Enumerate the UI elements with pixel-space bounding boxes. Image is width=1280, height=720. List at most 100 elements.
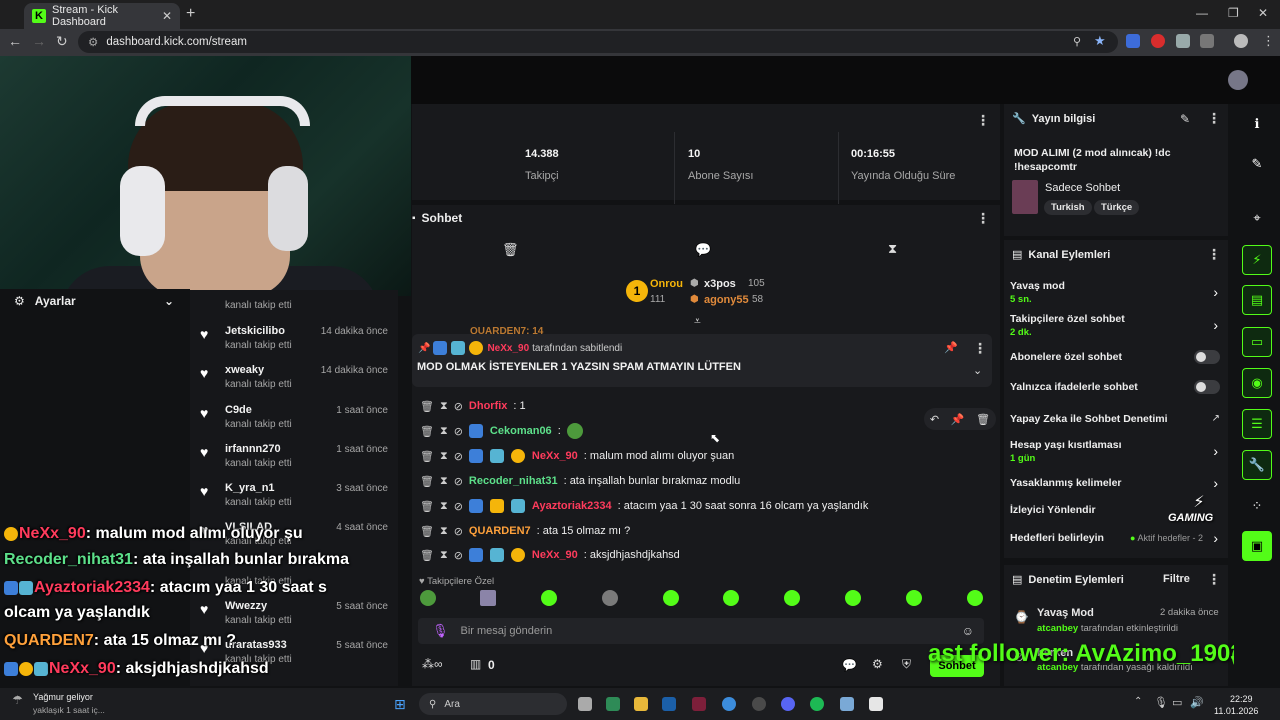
follower-item[interactable]: ♥ K_yra_n1 kanalı takip etti 3 saat önce: [190, 479, 398, 518]
settings-section[interactable]: ⚙ Ayarlar ⌄: [0, 289, 190, 313]
network-icon[interactable]: ▭: [1172, 696, 1182, 709]
edit-pencil-icon[interactable]: ✎: [1180, 112, 1190, 126]
chat-message[interactable]: 🗑 ⧗ ⊘ Cekoman06:: [420, 421, 583, 441]
message-user[interactable]: Cekoman06: [490, 425, 552, 437]
minimize-button[interactable]: —: [1196, 6, 1208, 20]
taskbar-search[interactable]: ⚲ Ara: [419, 693, 567, 715]
ban-icon[interactable]: ⊘: [454, 450, 463, 463]
app-icon[interactable]: [692, 697, 706, 711]
chat-message[interactable]: 🗑 ⧗ ⊘ Recoder_nihat31: ata inşallah bunlar…: [420, 471, 740, 491]
mod-actions-menu-icon[interactable]: ⋮: [1207, 571, 1221, 588]
back-arrow-icon[interactable]: ←: [8, 33, 22, 49]
document-icon[interactable]: ▤: [1242, 285, 1272, 315]
scroll-down-icon[interactable]: ⩡: [694, 314, 701, 329]
delete-icon[interactable]: 🗑: [420, 425, 434, 438]
emote-icon[interactable]: [906, 590, 922, 606]
emote-icon[interactable]: [420, 590, 436, 606]
account-age-row[interactable]: Hesap yaşı kısıtlaması 1 gün ›: [1010, 439, 1224, 464]
tag-chip[interactable]: Turkish: [1044, 200, 1092, 215]
chat-message[interactable]: 🗑 ⧗ ⊘ Ayaztoriak2334: atacım yaa 1 30 saat…: [420, 496, 868, 516]
slow-mode-row[interactable]: Yavaş mod 5 sn. ›: [1010, 280, 1224, 305]
timeout-icon[interactable]: ⧗: [440, 475, 448, 488]
timeout-icon[interactable]: ⧗: [440, 425, 448, 438]
hourglass-icon[interactable]: ⧗: [888, 241, 897, 257]
app-icon[interactable]: ▣: [1242, 531, 1272, 561]
delete-icon[interactable]: 🗑: [420, 475, 434, 488]
follower-item[interactable]: kanalı takip etti: [190, 282, 398, 321]
emote-icon[interactable]: [967, 590, 983, 606]
extension-icon[interactable]: [1151, 34, 1165, 48]
filter-button[interactable]: Filtre: [1163, 573, 1190, 585]
browser-tab[interactable]: K Stream - Kick Dashboard ✕: [24, 3, 180, 29]
profile-avatar-icon[interactable]: [1234, 34, 1248, 48]
close-window-button[interactable]: ✕: [1258, 6, 1268, 20]
lightning-icon[interactable]: ⚡: [1242, 245, 1272, 275]
delete-icon[interactable]: 🗑: [420, 500, 434, 513]
trash-icon[interactable]: 🗑: [976, 413, 990, 426]
chat-message[interactable]: 🗑 ⧗ ⊘ Dhorfix: 1: [420, 396, 526, 416]
ban-icon[interactable]: ⊘: [454, 549, 463, 562]
emote-icon[interactable]: [845, 590, 861, 606]
spotify-icon[interactable]: [810, 697, 824, 711]
follower-item[interactable]: ♥ Wwezzy kanalı takip etti 5 saat önce: [190, 597, 398, 636]
timeout-icon[interactable]: ⧗: [440, 525, 448, 538]
chat-message[interactable]: 🗑 ⧗ ⊘ NeXx_90: malum mod alımı oluyor şuan: [420, 446, 734, 466]
file-explorer-icon[interactable]: [634, 697, 648, 711]
category-name[interactable]: Sadece Sohbet: [1045, 182, 1120, 194]
extension-icon[interactable]: [1176, 34, 1190, 48]
app-icon[interactable]: [752, 697, 766, 711]
gear-icon[interactable]: ⚙: [872, 657, 883, 671]
mod-action-moderator[interactable]: atcanbey: [1037, 623, 1078, 634]
discord-icon[interactable]: [781, 697, 795, 711]
infinity-icon[interactable]: ⁂∞: [422, 657, 443, 671]
channel-actions-menu-icon[interactable]: ⋮: [1207, 246, 1221, 263]
delete-icon[interactable]: 🗑: [420, 525, 434, 538]
app-icon[interactable]: [840, 697, 854, 711]
ban-icon[interactable]: ⊘: [454, 425, 463, 438]
chevron-down-icon[interactable]: ⌄: [973, 364, 982, 377]
chat-menu-icon[interactable]: ⋮: [976, 210, 990, 227]
message-user[interactable]: Ayaztoriak2334: [532, 500, 612, 512]
timeout-icon[interactable]: ⧗: [440, 500, 448, 513]
chat-bubble-icon[interactable]: 💬: [695, 242, 711, 258]
timeout-icon[interactable]: ⧗: [440, 400, 448, 413]
emote-icon[interactable]: [480, 590, 496, 606]
follower-item[interactable]: ♥ irfannn270 kanalı takip etti 1 saat ön…: [190, 440, 398, 479]
volume-icon[interactable]: 🔊: [1190, 696, 1204, 709]
ban-icon[interactable]: ⊘: [454, 400, 463, 413]
weather-icon[interactable]: ☂: [12, 693, 23, 707]
chat-bubble-icon[interactable]: ▭: [1242, 327, 1272, 357]
broadcast-icon[interactable]: ◉: [1242, 368, 1272, 398]
timeout-icon[interactable]: ⧗: [440, 549, 448, 562]
mic-icon[interactable]: 🎙: [1154, 696, 1168, 709]
message-user[interactable]: Recoder_nihat31: [469, 475, 558, 487]
message-user[interactable]: QUARDEN7: [469, 525, 531, 537]
bookmark-star-icon[interactable]: ★: [1094, 33, 1106, 49]
new-tab-button[interactable]: +: [186, 5, 195, 23]
emote-only-toggle[interactable]: [1194, 380, 1220, 394]
ai-moderation-row[interactable]: Yapay Zeka ile Sohbet Denetimi ↗: [1010, 413, 1224, 425]
goals-row[interactable]: Hedefleri belirleyin ● Aktif hedefler - …: [1010, 530, 1224, 546]
tab-close-icon[interactable]: ✕: [162, 9, 172, 23]
browser-menu-icon[interactable]: ⋮: [1262, 33, 1275, 49]
emote-icon[interactable]: [541, 590, 557, 606]
extension-icon[interactable]: [1126, 34, 1140, 48]
clock-date[interactable]: 11.01.2026: [1214, 706, 1258, 716]
ban-icon[interactable]: ⊘: [454, 475, 463, 488]
trash-icon[interactable]: 🗑: [502, 242, 519, 258]
delete-icon[interactable]: 🗑: [420, 400, 434, 413]
chat-message[interactable]: 🗑 ⧗ ⊘ NeXx_90: aksjdhjashdjkahsd: [420, 545, 680, 565]
reload-icon[interactable]: ↻: [56, 33, 68, 50]
clock-time[interactable]: 22:29: [1230, 694, 1253, 704]
reply-icon[interactable]: ↶: [930, 413, 939, 426]
emote-icon[interactable]: [663, 590, 679, 606]
message-user[interactable]: NeXx_90: [532, 450, 578, 462]
chat-bubble-icon[interactable]: 💬: [842, 658, 857, 672]
task-view-icon[interactable]: [578, 697, 592, 711]
dots-grid-icon[interactable]: ⁘: [1242, 491, 1272, 521]
chat-input[interactable]: 🎙 Bir mesaj gönderin ☺: [418, 618, 984, 644]
info-icon[interactable]: ℹ: [1242, 109, 1272, 139]
obs-icon[interactable]: [869, 697, 883, 711]
mic-icon[interactable]: 🎙: [432, 623, 449, 639]
wrench-icon[interactable]: 🔧: [1242, 450, 1272, 480]
